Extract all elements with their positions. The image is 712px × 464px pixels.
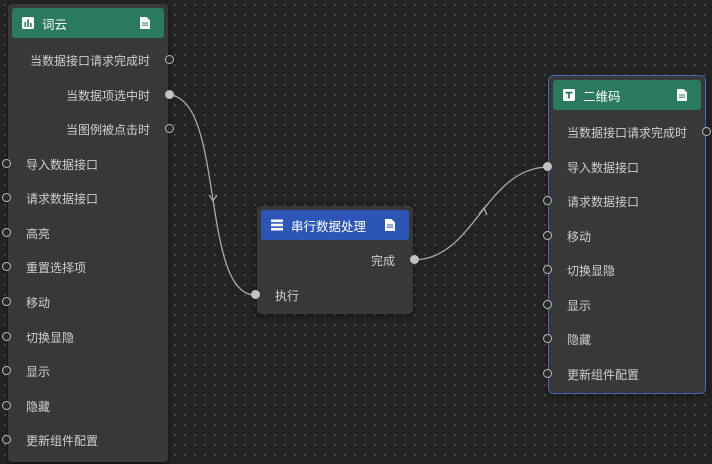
- input-port[interactable]: [543, 196, 552, 205]
- input-port-row: 更新组件配置: [2, 431, 168, 449]
- output-port-row: 当数据接口请求完成时: [549, 123, 711, 141]
- input-port-row: 切换显隐: [2, 328, 168, 346]
- output-port-connected[interactable]: [165, 90, 174, 99]
- node-header[interactable]: 词云: [12, 8, 164, 38]
- text-icon: [561, 87, 577, 103]
- edge-serial-to-qrcode[interactable]: [412, 166, 550, 261]
- port-label: 切换显隐: [26, 330, 75, 345]
- port-label: 高亮: [26, 226, 51, 241]
- port-label: 更新组件配置: [26, 433, 99, 448]
- port-label: 导入数据接口: [26, 157, 99, 172]
- input-port[interactable]: [543, 334, 552, 343]
- port-label: 当数据接口请求完成时: [29, 53, 150, 68]
- port-label: 完成: [370, 253, 395, 268]
- input-port[interactable]: [2, 159, 11, 168]
- port-label: 导入数据接口: [567, 160, 640, 175]
- input-port[interactable]: [543, 231, 552, 240]
- document-icon[interactable]: [383, 218, 397, 232]
- output-port[interactable]: [165, 55, 174, 64]
- input-port[interactable]: [2, 297, 11, 306]
- output-port-row: 完成: [257, 251, 419, 269]
- input-port[interactable]: [2, 435, 11, 444]
- edge-direction-arrow: [208, 194, 218, 203]
- node-header[interactable]: 二维码: [553, 80, 701, 110]
- list-icon: [269, 217, 285, 233]
- node-title: 词云: [42, 16, 68, 32]
- node-title: 二维码: [583, 88, 621, 104]
- input-port[interactable]: [2, 332, 11, 341]
- input-port[interactable]: [2, 366, 11, 375]
- input-port-row: 显示: [543, 296, 705, 314]
- port-label: 当数据项选中时: [65, 88, 150, 103]
- port-label: 重置选择项: [26, 260, 87, 275]
- port-label: 请求数据接口: [567, 194, 640, 209]
- port-label: 显示: [26, 364, 51, 379]
- port-label: 更新组件配置: [567, 367, 640, 382]
- node-wordcloud[interactable]: 词云 当数据接口请求完成时 当数据项选中时 当图例被点击时 导入数据接口 请求数…: [2, 4, 174, 462]
- input-port-row: 请求数据接口: [2, 189, 168, 207]
- output-port[interactable]: [702, 127, 711, 136]
- input-port-row: 隐藏: [543, 330, 705, 348]
- port-label: 当图例被点击时: [65, 122, 150, 137]
- input-port-connected[interactable]: [251, 290, 260, 299]
- output-port-row: 当数据项选中时: [8, 86, 174, 104]
- input-port-row: 导入数据接口: [543, 158, 705, 176]
- input-port-row: 移动: [2, 293, 168, 311]
- edge-direction-arrow: [478, 206, 488, 216]
- input-port-row: 隐藏: [2, 397, 168, 415]
- port-label: 请求数据接口: [26, 191, 99, 206]
- input-port-row: 显示: [2, 362, 168, 380]
- input-port[interactable]: [543, 369, 552, 378]
- input-port[interactable]: [2, 228, 11, 237]
- port-label: 隐藏: [26, 399, 51, 414]
- input-port[interactable]: [2, 401, 11, 410]
- input-port-row: 重置选择项: [2, 258, 168, 276]
- output-port-row: 当图例被点击时: [8, 120, 174, 138]
- document-icon[interactable]: [675, 88, 689, 102]
- input-port-row: 切换显隐: [543, 261, 705, 279]
- port-label: 移动: [26, 295, 51, 310]
- port-label: 隐藏: [567, 332, 592, 347]
- node-serial-processing[interactable]: 串行数据处理 完成 执行: [251, 206, 419, 314]
- output-port[interactable]: [165, 124, 174, 133]
- edge-wordcloud-to-serial[interactable]: [167, 94, 256, 296]
- input-port-row: 执行: [251, 286, 413, 304]
- input-port[interactable]: [543, 265, 552, 274]
- input-port[interactable]: [543, 300, 552, 309]
- port-label: 移动: [567, 229, 592, 244]
- input-port-row: 请求数据接口: [543, 192, 705, 210]
- document-icon[interactable]: [138, 16, 152, 30]
- port-label: 切换显隐: [567, 263, 616, 278]
- input-port-row: 高亮: [2, 224, 168, 242]
- input-port[interactable]: [2, 193, 11, 202]
- input-port-row: 导入数据接口: [2, 155, 168, 173]
- node-title: 串行数据处理: [291, 218, 367, 234]
- input-port-connected[interactable]: [543, 162, 552, 171]
- port-label: 执行: [275, 288, 300, 303]
- node-header[interactable]: 串行数据处理: [261, 210, 409, 240]
- bar-chart-icon: [20, 15, 36, 31]
- node-qrcode[interactable]: 二维码 当数据接口请求完成时 导入数据接口 请求数据接口 移动 切换显隐 显示 …: [543, 76, 711, 393]
- output-port-row: 当数据接口请求完成时: [8, 51, 174, 69]
- input-port-row: 更新组件配置: [543, 365, 705, 383]
- input-port[interactable]: [2, 262, 11, 271]
- port-label: 当数据接口请求完成时: [566, 125, 687, 140]
- input-port-row: 移动: [543, 227, 705, 245]
- port-label: 显示: [567, 298, 592, 313]
- output-port-connected[interactable]: [410, 255, 419, 264]
